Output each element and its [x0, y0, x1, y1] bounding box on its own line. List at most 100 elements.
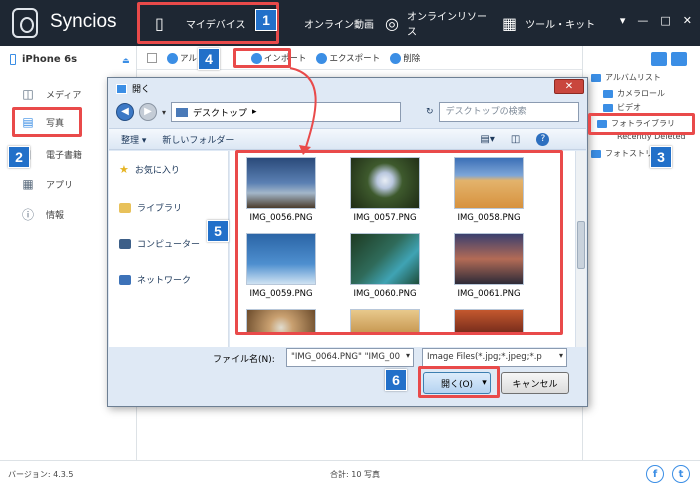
- computer-icon: [119, 238, 131, 249]
- delete-label: 削除: [403, 53, 421, 64]
- device-icon: [10, 54, 16, 65]
- callout-badge-3: 3: [650, 146, 672, 168]
- file-list-scrollbar[interactable]: [575, 151, 586, 347]
- navigation-pane: ★ お気に入り ライブラリ コンピューター ネットワーク: [109, 151, 229, 347]
- album-icon: [591, 73, 601, 82]
- album-item-video[interactable]: ビデオ: [603, 102, 641, 113]
- total-label: 合計: 10 写真: [330, 470, 380, 479]
- dialog-app-icon: [116, 83, 127, 94]
- filename-label: ファイル名(N):: [213, 355, 275, 365]
- search-input[interactable]: デスクトップの検索: [438, 102, 579, 122]
- new-folder-button[interactable]: 新しいフォルダー: [162, 133, 234, 146]
- video-icon: [603, 103, 613, 112]
- arrow-line: [289, 67, 317, 151]
- facebook-icon[interactable]: f: [646, 465, 664, 483]
- command-bar: 整理 ▾ 新しいフォルダー ▤▾ ◫ ?: [109, 128, 586, 150]
- sidebar-item-label: 情報: [46, 210, 65, 221]
- star-icon: ★: [119, 163, 129, 176]
- menu-icon[interactable]: ▾: [620, 14, 626, 27]
- highlight-file-list: [235, 150, 563, 335]
- twitter-icon[interactable]: t: [672, 465, 690, 483]
- globe-icon: ◎: [385, 13, 399, 33]
- syncios-logo-icon: [12, 8, 38, 38]
- eject-icon[interactable]: ⏏: [122, 56, 130, 65]
- nav-label: ツール・キット: [525, 19, 596, 31]
- sidebar-item-label: メディア: [46, 90, 82, 101]
- forward-arrow-icon[interactable]: ▶: [139, 103, 157, 121]
- status-bar: バージョン: 4.3.5 合計: 10 写真 f t: [0, 460, 700, 487]
- delete-icon: [390, 52, 402, 64]
- close-icon: ✕: [564, 81, 574, 92]
- nav-network[interactable]: ネットワーク: [119, 273, 191, 286]
- callout-badge-6: 6: [385, 369, 407, 391]
- album-item-camera-roll[interactable]: カメラロール: [603, 88, 665, 99]
- organize-button[interactable]: 整理 ▾: [121, 133, 146, 146]
- minimize-icon[interactable]: —: [637, 14, 648, 27]
- view-options-icon[interactable]: ▤▾: [480, 134, 494, 145]
- tv-icon: ◫: [22, 87, 34, 101]
- version-label: バージョン: 4.3.5: [8, 470, 74, 479]
- dialog-title: 開く: [132, 85, 151, 95]
- callout-arrow: [289, 67, 317, 155]
- album-list-header[interactable]: アルバムリスト: [591, 72, 661, 83]
- dialog-title-bar: 開く: [116, 82, 150, 95]
- address-row: ◀ ▶ ▾ デスクトップ ▸ ↻ デスクトップの検索: [116, 100, 581, 124]
- path-chevron-icon: ▸: [252, 107, 257, 117]
- filetype-select[interactable]: Image Files(*.jpg;*.jpeg;*.p: [422, 348, 567, 367]
- device-selector[interactable]: iPhone 6s: [10, 54, 77, 65]
- filetype-value: Image Files(*.jpg;*.jpeg;*.p: [427, 352, 542, 362]
- callout-badge-5: 5: [207, 220, 229, 242]
- close-icon[interactable]: ✕: [683, 14, 692, 27]
- library-icon: [119, 202, 131, 213]
- nav-pane-label: ネットワーク: [137, 276, 192, 286]
- dialog-close-button[interactable]: ✕: [554, 79, 584, 94]
- filename-input[interactable]: "IMG_0064.PNG" "IMG_00: [286, 348, 414, 367]
- device-name: iPhone 6s: [22, 54, 78, 65]
- callout-badge-4: 4: [198, 48, 220, 70]
- cancel-button[interactable]: キャンセル: [501, 372, 569, 394]
- info-icon: ⓘ: [21, 207, 34, 222]
- add-button[interactable]: アル: [167, 52, 197, 64]
- nav-favorites[interactable]: ★ お気に入り: [119, 163, 180, 176]
- album-header-label: アルバムリスト: [605, 73, 661, 82]
- refresh-icon[interactable]: ↻: [426, 107, 434, 117]
- app-name: Syncios: [50, 11, 117, 32]
- history-dropdown-icon[interactable]: ▾: [162, 108, 166, 117]
- delete-button[interactable]: 削除: [390, 52, 420, 64]
- search-placeholder: デスクトップの検索: [445, 107, 527, 117]
- highlight-open-button: [418, 366, 500, 398]
- sidebar-item-label: アプリ: [46, 180, 74, 191]
- album-label: カメラロール: [617, 89, 665, 98]
- cancel-button-label: キャンセル: [512, 379, 558, 390]
- photo-stream-icon: [591, 149, 601, 158]
- album-panel: アルバムリスト カメラロール ビデオ フォトライブラリ Recently Del…: [582, 46, 700, 460]
- nav-label: オンラインリソース: [406, 12, 487, 38]
- nav-label: オンライン動画: [304, 19, 374, 31]
- back-arrow-icon[interactable]: ◀: [116, 103, 134, 121]
- nav-pane-label: コンピューター: [137, 240, 201, 250]
- address-path: デスクトップ: [193, 108, 248, 119]
- add-icon: [167, 52, 178, 64]
- sidebar-item-label: 電子書籍: [46, 150, 83, 161]
- network-icon: [119, 274, 131, 285]
- scrollbar-thumb[interactable]: [577, 221, 585, 269]
- select-all-checkbox[interactable]: [147, 52, 157, 63]
- nav-online-video[interactable]: オンライン動画: [288, 8, 378, 38]
- help-icon[interactable]: ?: [536, 132, 550, 146]
- camera-icon: [603, 89, 613, 98]
- preview-pane-icon[interactable]: ◫: [511, 134, 520, 145]
- nav-computer[interactable]: コンピューター: [119, 237, 200, 250]
- nav-libraries[interactable]: ライブラリ: [119, 201, 182, 214]
- nav-toolkit[interactable]: ▦ ツール・キット: [502, 8, 602, 38]
- nav-online-resources[interactable]: ◎ オンラインリソース: [385, 8, 495, 38]
- desktop-icon: [176, 107, 189, 117]
- filename-dropdown-icon[interactable]: ▾: [406, 351, 410, 360]
- filetype-dropdown-icon[interactable]: ▾: [559, 351, 563, 360]
- maximize-icon[interactable]: □: [660, 14, 670, 27]
- grid-view-icon[interactable]: [671, 52, 687, 66]
- nav-pane-label: お気に入り: [134, 166, 180, 176]
- list-view-icon[interactable]: [651, 52, 667, 66]
- apps-icon: ▦: [22, 177, 34, 191]
- arrow-head: [299, 145, 311, 155]
- top-bar: Syncios ▯ マイデバイス オンライン動画 ◎ オンラインリソース ▦ ツ…: [0, 0, 700, 46]
